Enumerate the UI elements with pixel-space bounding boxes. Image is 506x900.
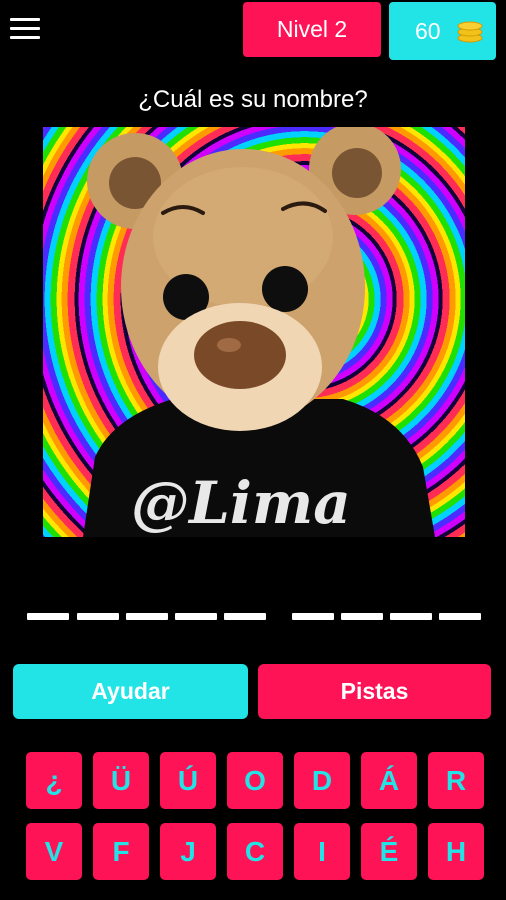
answer-slot [126, 613, 168, 620]
answer-slot [292, 613, 334, 620]
coins-icon [457, 21, 483, 43]
letter-key[interactable]: É [361, 823, 417, 880]
letter-key[interactable]: F [93, 823, 149, 880]
letter-key[interactable]: H [428, 823, 484, 880]
answer-slot [27, 613, 69, 620]
help-button[interactable]: Ayudar [13, 664, 248, 719]
answer-slot [77, 613, 119, 620]
letter-key[interactable]: J [160, 823, 216, 880]
bear-mascot-image: @Lima [83, 127, 435, 537]
coin-count: 60 [415, 17, 441, 44]
answer-slot [439, 613, 481, 620]
coins-badge[interactable]: 60 [389, 2, 496, 60]
character-photo: @Lima [43, 127, 465, 537]
answer-slot [224, 613, 266, 620]
menu-icon[interactable] [10, 16, 40, 40]
letter-key[interactable]: ¿ [26, 752, 82, 809]
level-badge: Nivel 2 [243, 2, 381, 57]
letter-key[interactable]: D [294, 752, 350, 809]
level-label: Nivel 2 [276, 16, 348, 42]
letter-key[interactable]: R [428, 752, 484, 809]
answer-slots [0, 613, 506, 621]
letter-key[interactable]: O [227, 752, 283, 809]
letter-key[interactable]: I [294, 823, 350, 880]
shirt-text: @Lima [131, 469, 351, 537]
answer-slot [175, 613, 217, 620]
letter-key[interactable]: Ú [160, 752, 216, 809]
answer-slot [390, 613, 432, 620]
question-text: ¿Cuál es su nombre? [138, 86, 368, 113]
letter-key[interactable]: Ü [93, 752, 149, 809]
letter-key[interactable]: C [227, 823, 283, 880]
letter-key[interactable]: V [26, 823, 82, 880]
answer-slot [341, 613, 383, 620]
letter-key[interactable]: Á [361, 752, 417, 809]
hints-button[interactable]: Pistas [258, 664, 491, 719]
